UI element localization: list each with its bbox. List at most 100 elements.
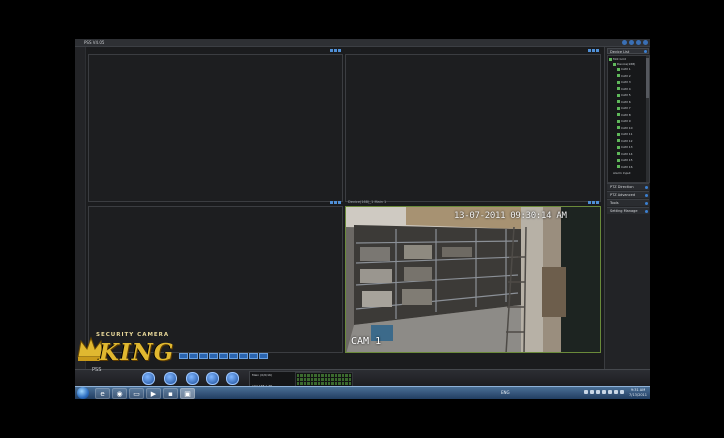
- pane-record-icon[interactable]: [588, 49, 591, 52]
- tray-icon[interactable]: [584, 390, 588, 394]
- layout-4-button[interactable]: [189, 353, 198, 359]
- menu-ptz-direction[interactable]: PTZ Direction: [607, 183, 649, 190]
- channel-led: [307, 382, 310, 385]
- layout-9-button[interactable]: [219, 353, 228, 359]
- language-indicator[interactable]: ENG: [501, 390, 510, 395]
- ie-icon[interactable]: e: [95, 388, 110, 399]
- pane-close-icon[interactable]: [596, 49, 599, 52]
- layout-16-button[interactable]: [239, 353, 248, 359]
- tree-camera-item[interactable]: CAM 15: [617, 158, 633, 162]
- tree-camera-item[interactable]: CAM 10: [617, 126, 633, 130]
- tree-camera-item[interactable]: CAM 2: [617, 74, 631, 78]
- pane-close-icon[interactable]: [338, 49, 341, 52]
- pss-taskbar-icon[interactable]: ▣: [180, 388, 195, 399]
- layout-custom-button[interactable]: [259, 353, 268, 359]
- channel-led: [317, 378, 321, 381]
- app-icon[interactable]: ▪: [163, 388, 178, 399]
- tree-camera-item[interactable]: CAM 11: [617, 132, 633, 136]
- pane-close-icon[interactable]: [596, 201, 599, 204]
- pane-close-icon[interactable]: [338, 201, 341, 204]
- tree-root-label: Mot Grid: [613, 57, 626, 61]
- pane-controls: [588, 49, 599, 52]
- help-button[interactable]: [622, 40, 627, 45]
- pane-snapshot-icon[interactable]: [334, 201, 337, 204]
- tree-camera-item[interactable]: CAM 6: [617, 100, 631, 104]
- tree-camera-item[interactable]: CAM 9: [617, 119, 631, 123]
- expand-icon: [645, 210, 648, 213]
- layout-selector: [179, 353, 268, 359]
- layout-6-button[interactable]: [199, 353, 208, 359]
- camera-icon: [617, 113, 620, 116]
- camera-label: CAM 13: [621, 145, 633, 149]
- tray-icon[interactable]: [590, 390, 594, 394]
- channel-led: [334, 378, 338, 381]
- desktop-screen: PSS V4.05 Device(168)_1 Main 1 13-07-201…: [75, 39, 650, 399]
- tree-camera-item[interactable]: CAM 12: [617, 139, 633, 143]
- channel-led: [345, 378, 348, 381]
- tree-alarm-input[interactable]: Alarm Input: [613, 171, 631, 175]
- chrome-icon[interactable]: ◉: [112, 388, 127, 399]
- tree-camera-item[interactable]: CAM 7: [617, 106, 631, 110]
- app-titlebar: PSS V4.05: [75, 39, 650, 47]
- media-player-icon[interactable]: ▶: [146, 388, 161, 399]
- tree-camera-item[interactable]: CAM 3: [617, 80, 631, 84]
- tree-camera-item[interactable]: CAM 14: [617, 152, 633, 156]
- channel-led: [341, 382, 345, 385]
- camera-feed: 13-07-2011 09:30:14 AM CAM 1: [346, 207, 600, 352]
- minimize-button[interactable]: [629, 40, 634, 45]
- menu-setting-manage[interactable]: Setting Manage: [607, 207, 649, 214]
- device-list-header[interactable]: Device List: [607, 48, 649, 54]
- group-icon: [609, 57, 612, 61]
- channel-status-grid: [295, 372, 353, 387]
- menu-ptz-advanced[interactable]: PTZ Advanced: [607, 191, 649, 198]
- system-clock[interactable]: 9:31 AM 7/13/2011: [629, 388, 647, 398]
- tree-tail-label: Alarm Input: [613, 171, 631, 175]
- device-tree[interactable]: Mot Grid Device(168) CAM 1 CAM 2 CAM 3 CAM …: [607, 55, 650, 183]
- channel-led: [314, 374, 317, 377]
- window-controls: [622, 40, 648, 45]
- collapse-icon[interactable]: [644, 50, 647, 53]
- volume-icon[interactable]: [620, 390, 624, 394]
- tray-icon[interactable]: [608, 390, 612, 394]
- channel-led: [314, 378, 317, 381]
- tree-scroll-thumb[interactable]: [646, 58, 649, 98]
- expand-icon: [645, 186, 648, 189]
- pane-record-icon[interactable]: [330, 201, 333, 204]
- network-icon[interactable]: [614, 390, 618, 394]
- close-button[interactable]: [643, 40, 648, 45]
- layout-13-button[interactable]: [229, 353, 238, 359]
- pane-snapshot-icon[interactable]: [592, 201, 595, 204]
- pane-record-icon[interactable]: [588, 201, 591, 204]
- channel-led: [327, 382, 331, 385]
- video-pane-1[interactable]: [88, 49, 343, 202]
- pane-snapshot-icon[interactable]: [592, 49, 595, 52]
- layout-8-button[interactable]: [209, 353, 218, 359]
- tree-root[interactable]: Mot Grid: [609, 57, 626, 61]
- left-strip: [75, 47, 86, 369]
- camera-label: CAM 10: [621, 125, 633, 130]
- tree-camera-item[interactable]: CAM 8: [617, 113, 631, 117]
- menu-tools[interactable]: Tools: [607, 199, 649, 206]
- maximize-button[interactable]: [636, 40, 641, 45]
- tray-icon[interactable]: [602, 390, 606, 394]
- tree-camera-item[interactable]: CAM 4: [617, 87, 631, 91]
- video-pane-4[interactable]: Device(168)_1 Main 1 13-07-2011 09:30:14…: [345, 200, 601, 353]
- tree-scrollbar[interactable]: [646, 56, 649, 182]
- tree-device[interactable]: Device(168): [613, 62, 635, 66]
- channel-led: [307, 378, 310, 381]
- channel-led: [334, 374, 338, 377]
- pane-snapshot-icon[interactable]: [334, 49, 337, 52]
- video-pane-2[interactable]: [345, 49, 601, 202]
- fullscreen-button[interactable]: [249, 353, 258, 359]
- tree-camera-item[interactable]: CAM 5: [617, 93, 631, 97]
- tree-camera-item[interactable]: CAM 16: [617, 165, 633, 169]
- pane-record-icon[interactable]: [330, 49, 333, 52]
- tray-icon[interactable]: [596, 390, 600, 394]
- channel-led: [324, 378, 327, 381]
- channel-led: [297, 374, 300, 377]
- tree-camera-item[interactable]: CAM 13: [617, 145, 633, 149]
- explorer-icon[interactable]: ▭: [129, 388, 144, 399]
- tree-camera-item[interactable]: CAM 1: [617, 67, 631, 71]
- camera-icon: [617, 132, 620, 136]
- start-button[interactable]: [77, 387, 89, 399]
